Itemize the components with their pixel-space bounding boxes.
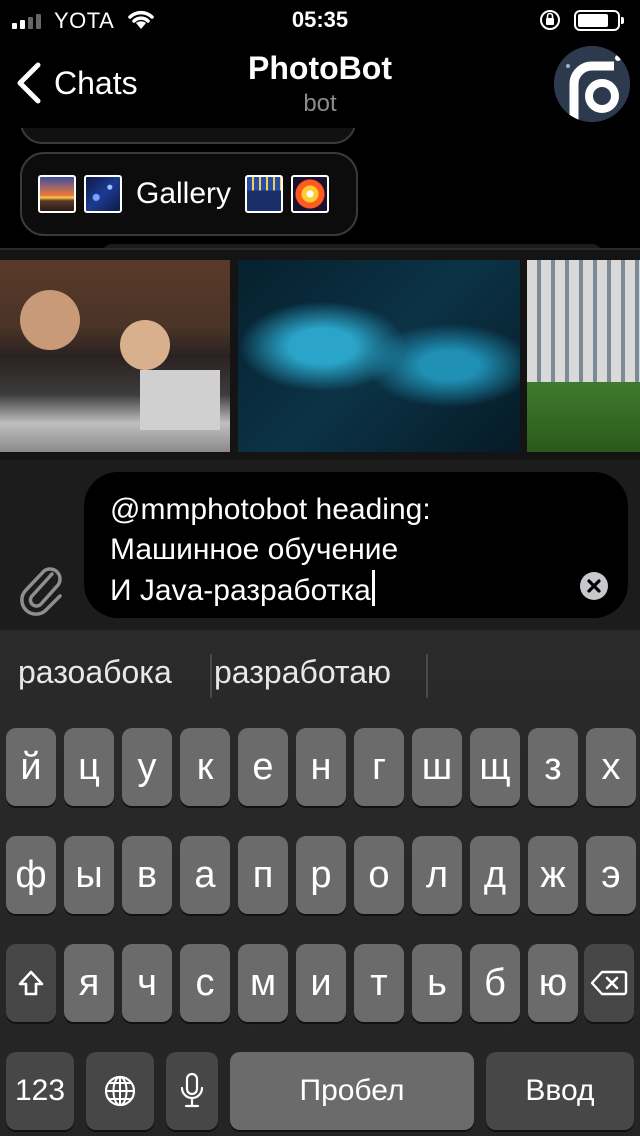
key-row1-5[interactable]: н bbox=[296, 728, 346, 806]
shift-icon bbox=[18, 970, 44, 996]
keyboard: разоабока разработаю йцукенгшщзх фывапро… bbox=[0, 630, 640, 1136]
clear-text-icon[interactable] bbox=[580, 572, 608, 600]
message-text-field[interactable]: @mmphotobot heading: Машинное обучение И… bbox=[84, 472, 628, 618]
key-row3-8[interactable]: ю bbox=[528, 944, 578, 1022]
milky-way-icon bbox=[84, 175, 122, 213]
message-line-2: Машинное обучение bbox=[110, 533, 399, 566]
key-row1-10[interactable]: х bbox=[586, 728, 636, 806]
message-line-3: И Java-разработка bbox=[110, 574, 371, 607]
backspace-icon bbox=[590, 970, 628, 996]
key-row1-6[interactable]: г bbox=[354, 728, 404, 806]
key-row3-2[interactable]: с bbox=[180, 944, 230, 1022]
key-row2-8[interactable]: д bbox=[470, 836, 520, 914]
navigation-bar: Chats PhotoBot bot bbox=[0, 40, 640, 128]
key-row2-10[interactable]: э bbox=[586, 836, 636, 914]
key-row2-6[interactable]: о bbox=[354, 836, 404, 914]
key-row1-8[interactable]: щ bbox=[470, 728, 520, 806]
suggestion-1[interactable]: разоабока bbox=[18, 654, 172, 691]
return-key[interactable]: Ввод bbox=[486, 1052, 634, 1130]
suggestion-bar: разоабока разработаю bbox=[0, 630, 640, 718]
message-line-3-wrapper: И Java-разработка bbox=[110, 570, 568, 611]
key-row1-7[interactable]: ш bbox=[412, 728, 462, 806]
key-row1-4[interactable]: е bbox=[238, 728, 288, 806]
gallery-button[interactable]: Gallery bbox=[20, 152, 358, 236]
digital-hands-network-photo[interactable] bbox=[238, 260, 520, 452]
microphone-key[interactable] bbox=[166, 1052, 218, 1130]
globe-key[interactable] bbox=[86, 1052, 154, 1130]
camera-logo-icon bbox=[554, 46, 630, 122]
key-row3-6[interactable]: ь bbox=[412, 944, 462, 1022]
chat-title: PhotoBot bbox=[248, 50, 392, 86]
suggestion-divider bbox=[210, 654, 212, 698]
key-row2-2[interactable]: в bbox=[122, 836, 172, 914]
key-row1-3[interactable]: к bbox=[180, 728, 230, 806]
key-row2-1[interactable]: ы bbox=[64, 836, 114, 914]
people-at-laptops-photo[interactable] bbox=[0, 260, 230, 452]
key-row2-4[interactable]: п bbox=[238, 836, 288, 914]
night-city-icon bbox=[245, 175, 284, 213]
message-input-panel: @mmphotobot heading: Машинное обучение И… bbox=[0, 460, 640, 630]
chat-subtitle: bot bbox=[303, 90, 337, 117]
status-bar: YOTA 05:35 bbox=[0, 0, 640, 40]
bot-avatar[interactable] bbox=[554, 46, 630, 122]
battery-icon bbox=[574, 10, 624, 31]
key-row2-9[interactable]: ж bbox=[528, 836, 578, 914]
orientation-lock-icon bbox=[540, 10, 560, 30]
key-row2-3[interactable]: а bbox=[180, 836, 230, 914]
message-line-1: @mmphotobot heading: bbox=[110, 493, 431, 526]
fireworks-icon bbox=[291, 175, 330, 213]
text-caret bbox=[371, 570, 375, 606]
inline-results-strip bbox=[0, 248, 640, 460]
paperclip-icon[interactable] bbox=[18, 560, 66, 616]
globe-icon bbox=[104, 1075, 136, 1107]
numbers-key[interactable]: 123 bbox=[6, 1052, 74, 1130]
key-row1-2[interactable]: у bbox=[122, 728, 172, 806]
key-row3-1[interactable]: ч bbox=[122, 944, 172, 1022]
key-row3-0[interactable]: я bbox=[64, 944, 114, 1022]
key-row3-7[interactable]: б bbox=[470, 944, 520, 1022]
shift-key[interactable] bbox=[6, 944, 56, 1022]
key-row3-3[interactable]: м bbox=[238, 944, 288, 1022]
space-key[interactable]: Пробел bbox=[230, 1052, 474, 1130]
building-photo[interactable] bbox=[527, 260, 640, 452]
key-row3-5[interactable]: т bbox=[354, 944, 404, 1022]
key-row1-0[interactable]: й bbox=[6, 728, 56, 806]
key-row2-7[interactable]: л bbox=[412, 836, 462, 914]
suggestion-divider bbox=[426, 654, 428, 698]
suggestion-2[interactable]: разработаю bbox=[214, 654, 391, 691]
key-row2-5[interactable]: р bbox=[296, 836, 346, 914]
microphone-icon bbox=[180, 1072, 204, 1108]
key-row1-1[interactable]: ц bbox=[64, 728, 114, 806]
backspace-key[interactable] bbox=[584, 944, 634, 1022]
previous-message-bubble bbox=[20, 128, 356, 144]
key-row2-0[interactable]: ф bbox=[6, 836, 56, 914]
sunrise-over-mountains-icon bbox=[38, 175, 76, 213]
key-row3-4[interactable]: и bbox=[296, 944, 346, 1022]
chat-messages: Gallery bbox=[0, 128, 640, 248]
gallery-label: Gallery bbox=[136, 177, 232, 210]
key-row1-9[interactable]: з bbox=[528, 728, 578, 806]
